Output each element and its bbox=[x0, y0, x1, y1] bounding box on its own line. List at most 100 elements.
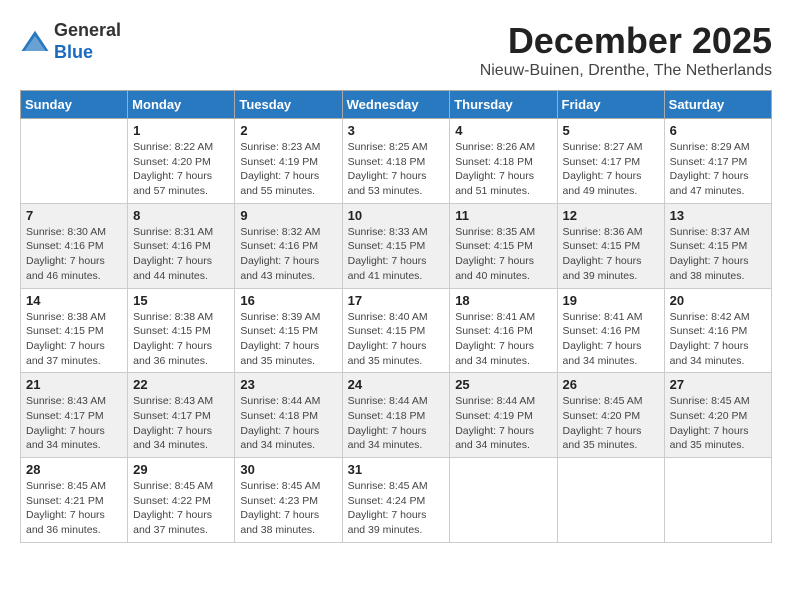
calendar-cell: 6 Sunrise: 8:29 AMSunset: 4:17 PMDaylight… bbox=[664, 119, 771, 204]
day-number: 27 bbox=[670, 377, 766, 392]
calendar-cell: 10 Sunrise: 8:33 AMSunset: 4:15 PMDayligh… bbox=[342, 203, 450, 288]
day-detail: Sunrise: 8:45 AMSunset: 4:20 PMDaylight:… bbox=[563, 394, 659, 453]
calendar-week-row: 1 Sunrise: 8:22 AMSunset: 4:20 PMDaylight… bbox=[21, 119, 772, 204]
weekday-header-thursday: Thursday bbox=[450, 91, 557, 119]
calendar-cell: 9 Sunrise: 8:32 AMSunset: 4:16 PMDaylight… bbox=[235, 203, 342, 288]
day-number: 3 bbox=[348, 123, 445, 138]
day-number: 24 bbox=[348, 377, 445, 392]
calendar-week-row: 14 Sunrise: 8:38 AMSunset: 4:15 PMDayligh… bbox=[21, 288, 772, 373]
day-detail: Sunrise: 8:29 AMSunset: 4:17 PMDaylight:… bbox=[670, 140, 766, 199]
calendar-cell bbox=[450, 458, 557, 543]
day-number: 23 bbox=[240, 377, 336, 392]
day-detail: Sunrise: 8:41 AMSunset: 4:16 PMDaylight:… bbox=[563, 310, 659, 369]
day-detail: Sunrise: 8:31 AMSunset: 4:16 PMDaylight:… bbox=[133, 225, 229, 284]
day-number: 5 bbox=[563, 123, 659, 138]
calendar-cell: 4 Sunrise: 8:26 AMSunset: 4:18 PMDaylight… bbox=[450, 119, 557, 204]
day-number: 20 bbox=[670, 293, 766, 308]
day-number: 6 bbox=[670, 123, 766, 138]
day-detail: Sunrise: 8:44 AMSunset: 4:18 PMDaylight:… bbox=[348, 394, 445, 453]
calendar-header-row: SundayMondayTuesdayWednesdayThursdayFrid… bbox=[21, 91, 772, 119]
calendar-cell: 2Sunrise: 8:23 AMSunset: 4:19 PMDaylight… bbox=[235, 119, 342, 204]
day-number: 31 bbox=[348, 462, 445, 477]
calendar-cell: 30 Sunrise: 8:45 AMSunset: 4:23 PMDayligh… bbox=[235, 458, 342, 543]
calendar-cell: 18 Sunrise: 8:41 AMSunset: 4:16 PMDayligh… bbox=[450, 288, 557, 373]
day-number: 15 bbox=[133, 293, 229, 308]
day-detail: Sunrise: 8:45 AMSunset: 4:22 PMDaylight:… bbox=[133, 479, 229, 538]
calendar-cell: 31 Sunrise: 8:45 AMSunset: 4:24 PMDayligh… bbox=[342, 458, 450, 543]
day-detail: Sunrise: 8:45 AMSunset: 4:21 PMDaylight:… bbox=[26, 479, 122, 538]
calendar-week-row: 28 Sunrise: 8:45 AMSunset: 4:21 PMDayligh… bbox=[21, 458, 772, 543]
day-detail: Sunrise: 8:22 AMSunset: 4:20 PMDaylight:… bbox=[133, 140, 229, 199]
page-header: General Blue December 2025 Nieuw-Buinen,… bbox=[20, 20, 772, 80]
logo-text: General Blue bbox=[54, 20, 121, 63]
day-number: 8 bbox=[133, 208, 229, 223]
day-detail: Sunrise: 8:43 AMSunset: 4:17 PMDaylight:… bbox=[133, 394, 229, 453]
day-number: 21 bbox=[26, 377, 122, 392]
calendar-cell: 21 Sunrise: 8:43 AMSunset: 4:17 PMDayligh… bbox=[21, 373, 128, 458]
day-detail: Sunrise: 8:45 AMSunset: 4:24 PMDaylight:… bbox=[348, 479, 445, 538]
day-detail: Sunrise: 8:45 AMSunset: 4:20 PMDaylight:… bbox=[670, 394, 766, 453]
calendar-cell bbox=[21, 119, 128, 204]
day-detail: Sunrise: 8:32 AMSunset: 4:16 PMDaylight:… bbox=[240, 225, 336, 284]
day-detail: Sunrise: 8:35 AMSunset: 4:15 PMDaylight:… bbox=[455, 225, 551, 284]
calendar-cell: 8 Sunrise: 8:31 AMSunset: 4:16 PMDaylight… bbox=[128, 203, 235, 288]
calendar-cell bbox=[664, 458, 771, 543]
day-number: 4 bbox=[455, 123, 551, 138]
calendar-cell: 16Sunrise: 8:39 AMSunset: 4:15 PMDayligh… bbox=[235, 288, 342, 373]
day-number: 29 bbox=[133, 462, 229, 477]
calendar-cell: 20 Sunrise: 8:42 AMSunset: 4:16 PMDayligh… bbox=[664, 288, 771, 373]
weekday-header-tuesday: Tuesday bbox=[235, 91, 342, 119]
day-detail: Sunrise: 8:33 AMSunset: 4:15 PMDaylight:… bbox=[348, 225, 445, 284]
day-number: 30 bbox=[240, 462, 336, 477]
logo: General Blue bbox=[20, 20, 121, 63]
day-number: 12 bbox=[563, 208, 659, 223]
day-number: 18 bbox=[455, 293, 551, 308]
calendar-cell: 14 Sunrise: 8:38 AMSunset: 4:15 PMDayligh… bbox=[21, 288, 128, 373]
calendar-cell: 13 Sunrise: 8:37 AMSunset: 4:15 PMDayligh… bbox=[664, 203, 771, 288]
day-detail: Sunrise: 8:23 AMSunset: 4:19 PMDaylight:… bbox=[240, 140, 336, 199]
day-detail: Sunrise: 8:36 AMSunset: 4:15 PMDaylight:… bbox=[563, 225, 659, 284]
day-detail: Sunrise: 8:41 AMSunset: 4:16 PMDaylight:… bbox=[455, 310, 551, 369]
day-detail: Sunrise: 8:44 AMSunset: 4:19 PMDaylight:… bbox=[455, 394, 551, 453]
day-number: 19 bbox=[563, 293, 659, 308]
day-detail: Sunrise: 8:42 AMSunset: 4:16 PMDaylight:… bbox=[670, 310, 766, 369]
day-number: 11 bbox=[455, 208, 551, 223]
calendar-cell: 27 Sunrise: 8:45 AMSunset: 4:20 PMDayligh… bbox=[664, 373, 771, 458]
weekday-header-saturday: Saturday bbox=[664, 91, 771, 119]
calendar-cell: 23 Sunrise: 8:44 AMSunset: 4:18 PMDayligh… bbox=[235, 373, 342, 458]
calendar-cell: 19 Sunrise: 8:41 AMSunset: 4:16 PMDayligh… bbox=[557, 288, 664, 373]
day-detail: Sunrise: 8:38 AMSunset: 4:15 PMDaylight:… bbox=[133, 310, 229, 369]
day-detail: Sunrise: 8:26 AMSunset: 4:18 PMDaylight:… bbox=[455, 140, 551, 199]
logo-icon bbox=[20, 27, 50, 57]
calendar-table: SundayMondayTuesdayWednesdayThursdayFrid… bbox=[20, 90, 772, 543]
calendar-cell: 29 Sunrise: 8:45 AMSunset: 4:22 PMDayligh… bbox=[128, 458, 235, 543]
day-detail: Sunrise: 8:44 AMSunset: 4:18 PMDaylight:… bbox=[240, 394, 336, 453]
day-detail: Sunrise: 8:38 AMSunset: 4:15 PMDaylight:… bbox=[26, 310, 122, 369]
day-number: 26 bbox=[563, 377, 659, 392]
day-detail: Sunrise: 8:27 AMSunset: 4:17 PMDaylight:… bbox=[563, 140, 659, 199]
day-detail: Sunrise: 8:39 AMSunset: 4:15 PMDaylight:… bbox=[240, 310, 336, 369]
day-number: 14 bbox=[26, 293, 122, 308]
weekday-header-monday: Monday bbox=[128, 91, 235, 119]
day-number: 17 bbox=[348, 293, 445, 308]
day-detail: Sunrise: 8:37 AMSunset: 4:15 PMDaylight:… bbox=[670, 225, 766, 284]
day-number: 1 bbox=[133, 123, 229, 138]
day-detail: Sunrise: 8:45 AMSunset: 4:23 PMDaylight:… bbox=[240, 479, 336, 538]
day-detail: Sunrise: 8:30 AMSunset: 4:16 PMDaylight:… bbox=[26, 225, 122, 284]
weekday-header-wednesday: Wednesday bbox=[342, 91, 450, 119]
day-number: 9 bbox=[240, 208, 336, 223]
calendar-cell: 12 Sunrise: 8:36 AMSunset: 4:15 PMDayligh… bbox=[557, 203, 664, 288]
day-number: 13 bbox=[670, 208, 766, 223]
location-subtitle: Nieuw-Buinen, Drenthe, The Netherlands bbox=[480, 62, 772, 80]
calendar-cell: 5 Sunrise: 8:27 AMSunset: 4:17 PMDaylight… bbox=[557, 119, 664, 204]
day-number: 10 bbox=[348, 208, 445, 223]
calendar-cell bbox=[557, 458, 664, 543]
day-number: 7 bbox=[26, 208, 122, 223]
weekday-header-sunday: Sunday bbox=[21, 91, 128, 119]
day-detail: Sunrise: 8:43 AMSunset: 4:17 PMDaylight:… bbox=[26, 394, 122, 453]
calendar-cell: 26 Sunrise: 8:45 AMSunset: 4:20 PMDayligh… bbox=[557, 373, 664, 458]
day-number: 28 bbox=[26, 462, 122, 477]
calendar-cell: 24 Sunrise: 8:44 AMSunset: 4:18 PMDayligh… bbox=[342, 373, 450, 458]
calendar-cell: 7 Sunrise: 8:30 AMSunset: 4:16 PMDaylight… bbox=[21, 203, 128, 288]
weekday-header-friday: Friday bbox=[557, 91, 664, 119]
